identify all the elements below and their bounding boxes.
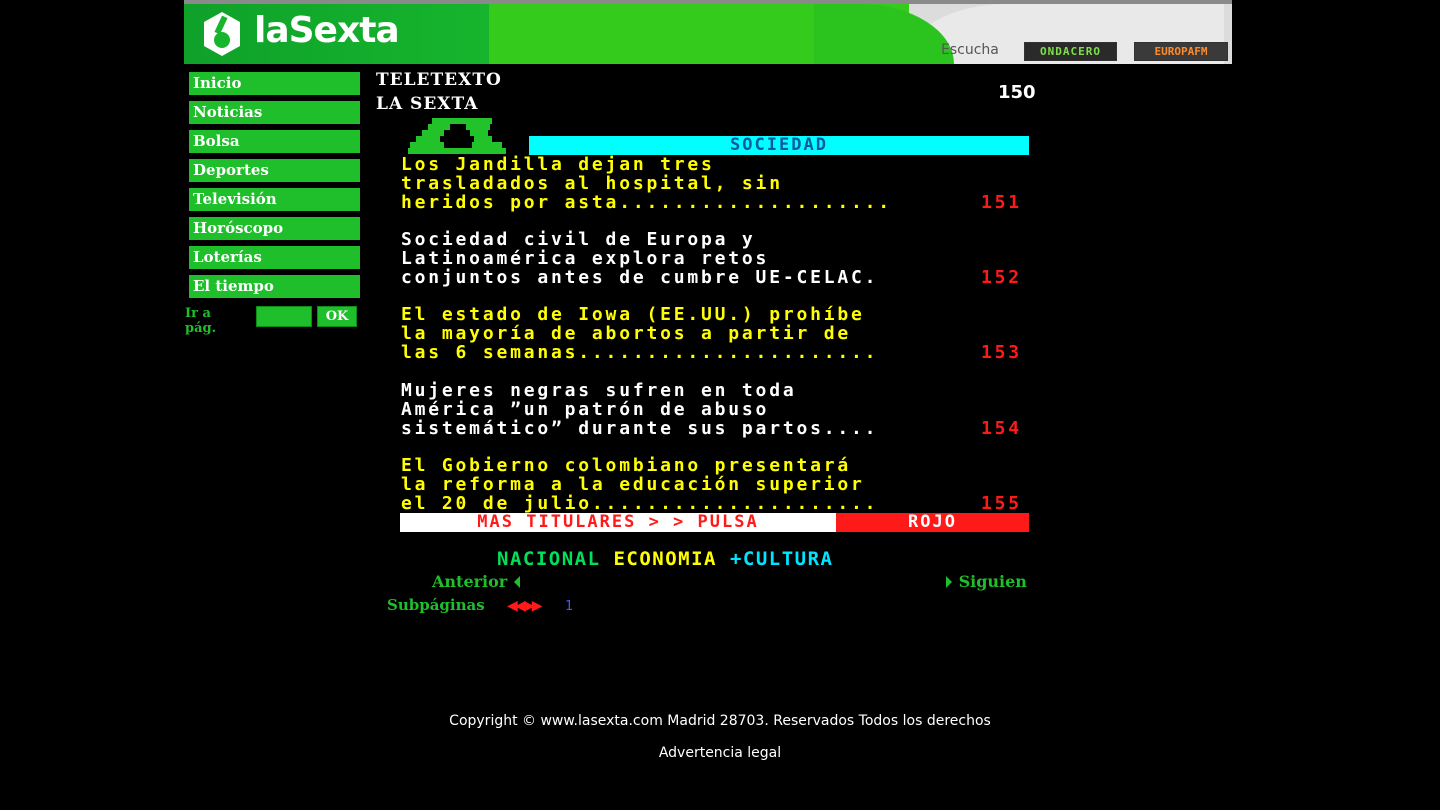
sidebar-item-horoscopo[interactable]: Horóscopo — [189, 217, 360, 240]
previous-page-label: Anterior — [432, 572, 508, 591]
headline-line: Sociedad civil de Europa y — [401, 229, 756, 250]
arrow-left-icon — [513, 576, 520, 588]
headline-page-link[interactable]: 152 — [981, 268, 1031, 287]
subpage-arrows-icon[interactable]: ◀◀ ▶▶ — [507, 598, 542, 614]
headline-line: Mujeres negras sufren en toda — [401, 380, 797, 401]
headline-line: Latinoamérica explora retos — [401, 248, 770, 269]
footer-copyright: Copyright © www.lasexta.com Madrid 28703… — [449, 713, 991, 729]
headline-page-link[interactable]: 154 — [981, 419, 1031, 438]
section-link-nacional[interactable]: NACIONAL — [497, 548, 601, 570]
headline-line: El Gobierno colombiano presentará — [401, 455, 852, 476]
sidebar-item-inicio[interactable]: Inicio — [189, 72, 360, 95]
subpage-number-link[interactable]: 1 — [565, 599, 573, 614]
sidebar-item-loterias[interactable]: Loterías — [189, 246, 360, 269]
headline-line: sistemático” durante sus partos.... — [401, 418, 879, 439]
headline-line: trasladados al hospital, sin — [401, 173, 783, 194]
headline-line: heridos por asta.................... — [401, 192, 892, 213]
site-header: laSexta Escucha ONDACERO EUROPAFM — [184, 0, 1232, 64]
section-links: NACIONAL ECONOMIA +CULTURA — [497, 548, 833, 570]
headline-line: América ”un patrón de abuso — [401, 399, 770, 420]
header-curve — [814, 4, 954, 64]
sidebar-item-deportes[interactable]: Deportes — [189, 159, 360, 182]
subpages-label: Subpáginas — [387, 596, 485, 614]
headline-page-link[interactable]: 151 — [981, 193, 1031, 212]
footer-legal-link: Advertencia legal — [0, 745, 1440, 761]
headline-page-link[interactable]: 155 — [981, 494, 1031, 513]
headline-line: El estado de Iowa (EE.UU.) prohíbe — [401, 304, 865, 325]
teletext-page-number: 150 — [998, 82, 1036, 103]
more-headlines-label: MAS TITULARES > > PULSA — [400, 513, 836, 532]
europafm-link[interactable]: EUROPAFM — [1134, 42, 1228, 61]
escucha-label: Escucha — [941, 42, 999, 58]
sidebar-item-bolsa[interactable]: Bolsa — [189, 130, 360, 153]
teletext-sexta-logo-icon — [408, 118, 506, 154]
previous-page-link[interactable]: Anterior — [432, 572, 521, 591]
section-title-bar: SOCIEDAD — [529, 136, 1029, 155]
lasexta-logo-text[interactable]: laSexta — [254, 10, 400, 51]
sidebar-item-noticias[interactable]: Noticias — [189, 101, 360, 124]
sidebar-nav: Inicio Noticias Bolsa Deportes Televisió… — [189, 72, 365, 304]
headline-line: Los Jandilla dejan tres — [401, 154, 715, 175]
headline-page-link[interactable]: 153 — [981, 343, 1031, 362]
goto-page-label: Ir a pág. — [185, 306, 217, 336]
next-page-link[interactable]: Siguien — [945, 572, 1035, 591]
headline-line: el 20 de julio..................... — [401, 493, 879, 514]
sidebar-item-television[interactable]: Televisión — [189, 188, 360, 211]
headline-line: las 6 semanas...................... — [401, 342, 879, 363]
section-link-economia[interactable]: ECONOMIA — [613, 548, 717, 570]
headline-line: la mayoría de abortos a partir de — [401, 323, 852, 344]
more-headlines-red-key: ROJO — [836, 513, 1029, 532]
headline-line: conjuntos antes de cumbre UE-CELAC. — [401, 267, 879, 288]
arrow-right-icon — [946, 576, 952, 588]
goto-page-input[interactable] — [256, 306, 312, 327]
goto-ok-button[interactable]: OK — [317, 306, 357, 327]
next-page-label: Siguien — [958, 572, 1027, 591]
ondacero-link[interactable]: ONDACERO — [1024, 42, 1117, 61]
teletext-title-line1: TELETEXTO — [376, 70, 502, 90]
headline-line: la reforma a la educación superior — [401, 474, 865, 495]
teletext-title-line2: LA SEXTA — [376, 94, 479, 114]
more-headlines-bar[interactable]: MAS TITULARES > > PULSA ROJO — [400, 513, 1029, 532]
sidebar-item-el-tiempo[interactable]: El tiempo — [189, 275, 360, 298]
section-link-cultura[interactable]: +CULTURA — [730, 548, 834, 570]
lasexta-six-logo-icon[interactable] — [200, 10, 244, 58]
legal-notice-link[interactable]: Advertencia legal — [659, 745, 781, 761]
